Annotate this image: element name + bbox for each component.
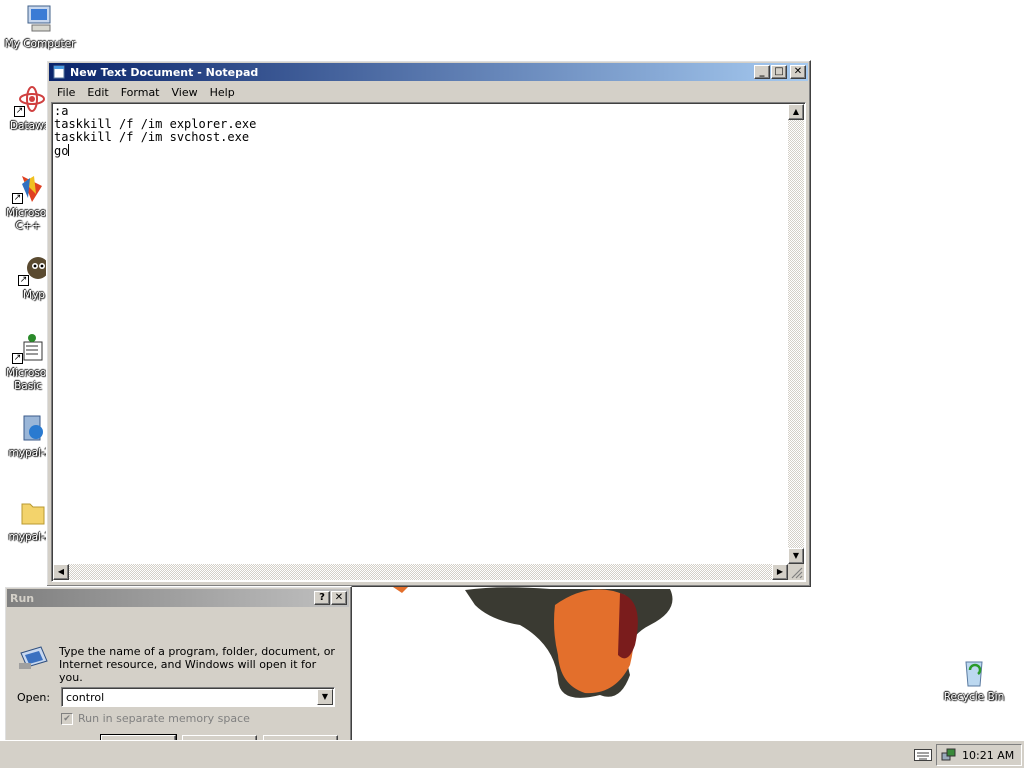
installer-icon bbox=[14, 412, 46, 444]
menu-bar: File Edit Format View Help bbox=[49, 83, 808, 102]
clock[interactable]: 10:21 AM bbox=[962, 749, 1014, 762]
desktop-icon-label: Recycle Bin bbox=[943, 691, 1005, 703]
dialog-title: Run bbox=[10, 591, 35, 605]
menu-format[interactable]: Format bbox=[115, 86, 166, 99]
close-button[interactable]: ✕ bbox=[790, 65, 806, 79]
desktop-icon-label: My Computer bbox=[4, 38, 76, 50]
run-description: Type the name of a program, folder, docu… bbox=[59, 645, 335, 684]
notepad-titlebar[interactable]: New Text Document - Notepad _ □ ✕ bbox=[49, 63, 808, 81]
network-icon[interactable] bbox=[941, 747, 957, 763]
shortcut-arrow-icon: ↗ bbox=[14, 106, 25, 117]
recycle-bin-icon bbox=[958, 656, 990, 688]
scroll-up-button[interactable]: ▲ bbox=[788, 104, 804, 120]
computer-icon bbox=[24, 3, 56, 35]
notepad-window: New Text Document - Notepad _ □ ✕ File E… bbox=[46, 60, 811, 587]
help-button[interactable]: ? bbox=[314, 591, 330, 605]
wallpaper-image bbox=[390, 585, 673, 698]
minimize-button[interactable]: _ bbox=[754, 65, 770, 79]
menu-edit[interactable]: Edit bbox=[81, 86, 114, 99]
taskbar: 10:21 AM bbox=[0, 740, 1024, 768]
shortcut-arrow-icon: ↗ bbox=[18, 275, 29, 286]
close-button[interactable]: ✕ bbox=[331, 591, 347, 605]
maximize-button[interactable]: □ bbox=[771, 65, 787, 79]
menu-view[interactable]: View bbox=[166, 86, 204, 99]
shortcut-arrow-icon: ↗ bbox=[12, 353, 23, 364]
text-caret bbox=[68, 144, 70, 156]
desktop-icon-recycle-bin[interactable]: Recycle Bin bbox=[934, 656, 1014, 704]
folder-icon bbox=[14, 496, 46, 528]
run-dialog: Run ? ✕ Type the name of a program, fold… bbox=[4, 586, 352, 764]
desktop-icon-my-computer[interactable]: My Computer bbox=[0, 3, 80, 51]
visual-basic-icon: ↗ bbox=[12, 332, 44, 364]
system-tray: 10:21 AM bbox=[936, 744, 1022, 766]
size-grip[interactable] bbox=[788, 564, 804, 580]
open-combobox[interactable]: control ▼ bbox=[61, 687, 335, 707]
horizontal-scrollbar[interactable]: ◀ ▶ bbox=[53, 564, 788, 580]
scroll-down-button[interactable]: ▼ bbox=[788, 548, 804, 564]
visual-cpp-icon: ↗ bbox=[12, 172, 44, 204]
dropdown-arrow-icon[interactable]: ▼ bbox=[317, 689, 333, 705]
menu-help[interactable]: Help bbox=[204, 86, 241, 99]
window-title: New Text Document - Notepad bbox=[70, 65, 259, 79]
atom-icon: ↗ bbox=[14, 85, 46, 117]
scroll-left-button[interactable]: ◀ bbox=[53, 564, 69, 580]
run-icon bbox=[19, 646, 48, 669]
notepad-icon bbox=[53, 65, 65, 79]
run-titlebar[interactable]: Run ? ✕ bbox=[7, 589, 349, 607]
open-label: Open: bbox=[17, 691, 51, 704]
text-editor[interactable]: :a taskkill /f /im explorer.exe taskkill… bbox=[51, 102, 806, 582]
scroll-right-button[interactable]: ▶ bbox=[772, 564, 788, 580]
separate-memory-checkbox-row[interactable]: ✔ Run in separate memory space bbox=[61, 712, 250, 725]
editor-content: :a taskkill /f /im explorer.exe taskkill… bbox=[54, 105, 257, 158]
separate-memory-checkbox[interactable]: ✔ bbox=[61, 712, 73, 725]
open-input-value[interactable]: control bbox=[66, 691, 104, 704]
shortcut-arrow-icon: ↗ bbox=[12, 193, 23, 204]
vertical-scrollbar[interactable]: ▲ ▼ bbox=[788, 104, 804, 564]
editor-text[interactable]: :a taskkill /f /im explorer.exe taskkill… bbox=[54, 105, 787, 563]
menu-file[interactable]: File bbox=[51, 86, 81, 99]
separate-memory-label: Run in separate memory space bbox=[78, 712, 250, 725]
keyboard-icon[interactable] bbox=[914, 749, 932, 761]
